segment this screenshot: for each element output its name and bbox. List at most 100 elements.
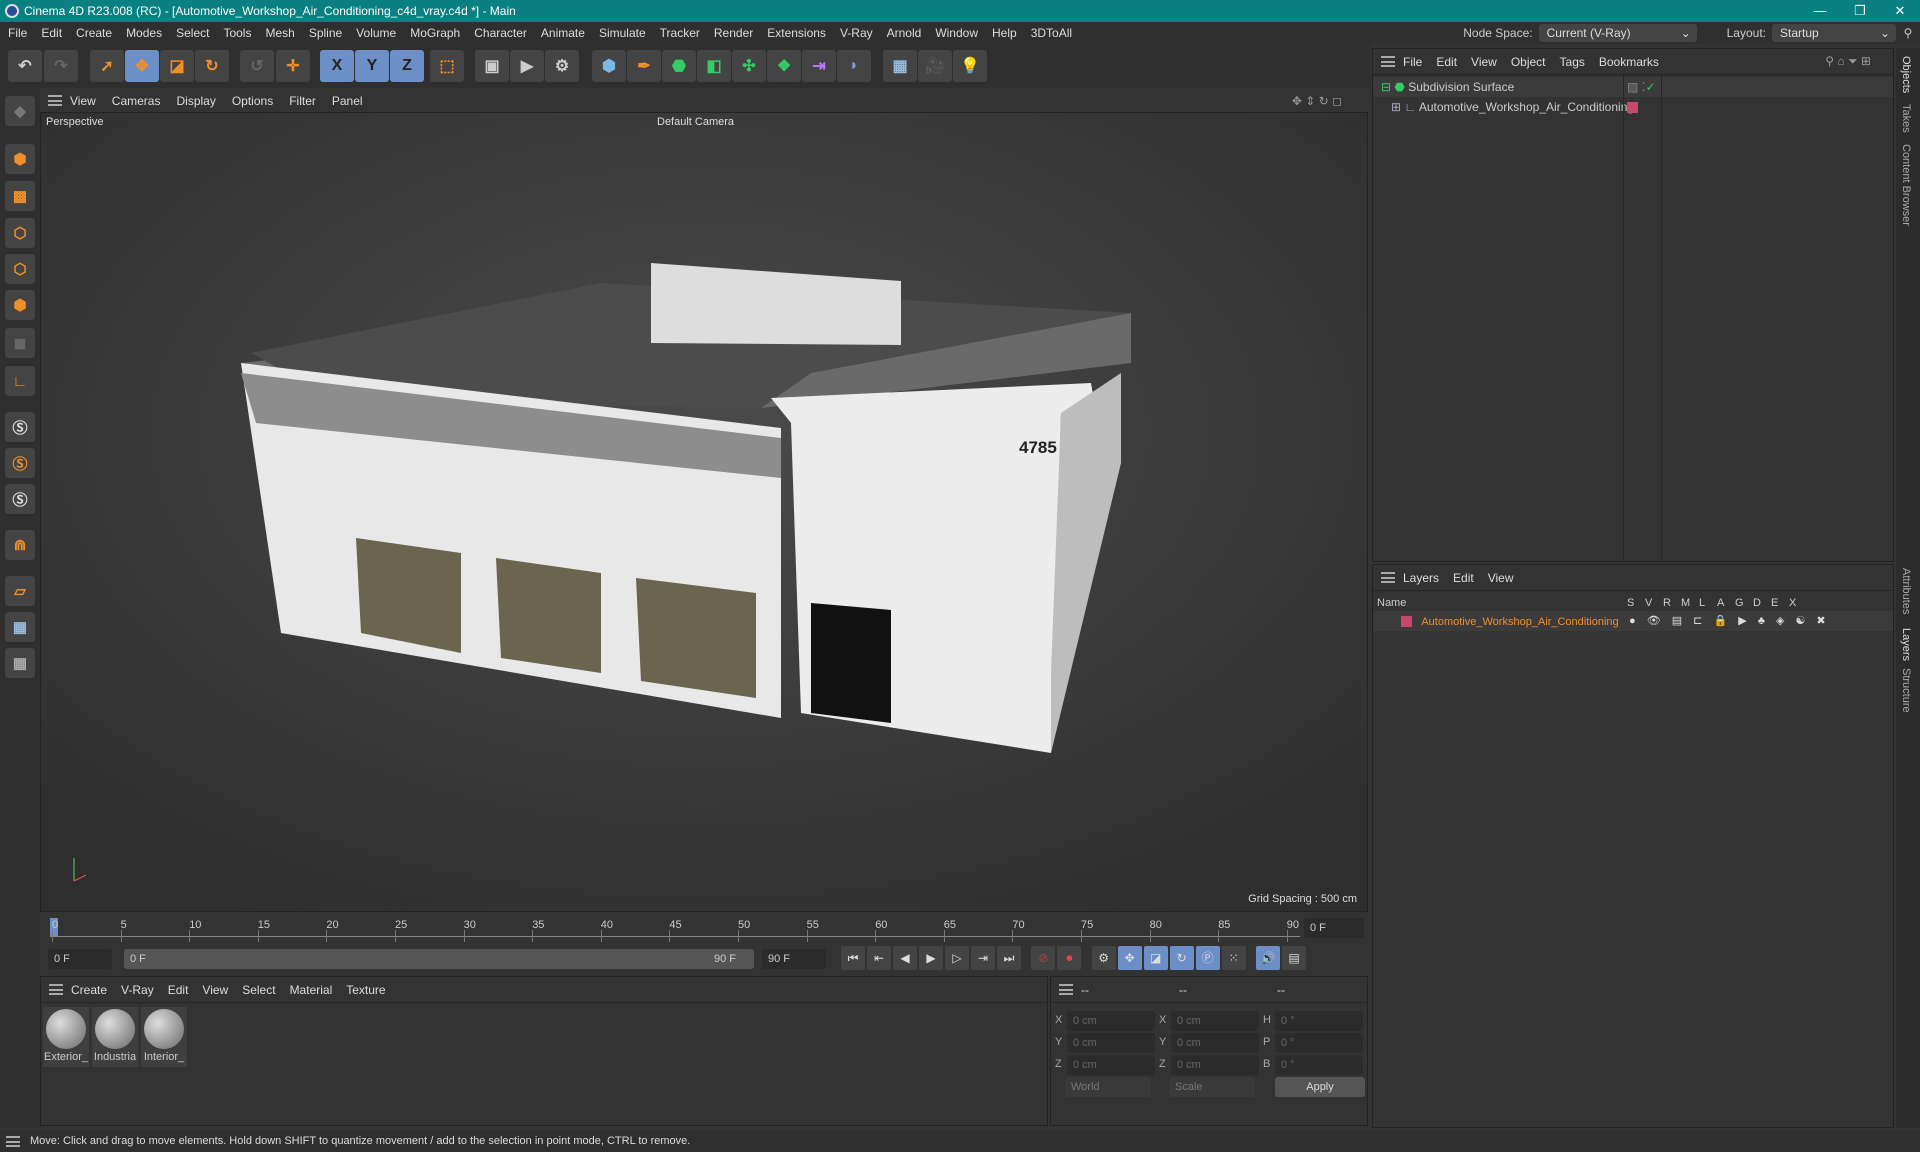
axis-icon[interactable]: ∟ xyxy=(5,366,35,396)
material-menu-select[interactable]: Select xyxy=(242,983,275,997)
menu-icon[interactable] xyxy=(48,95,62,106)
visibility-icon[interactable]: ▨ ⁚✓ xyxy=(1627,77,1656,97)
layer-menu-layers[interactable]: Layers xyxy=(1403,571,1439,585)
subdivision-icon[interactable]: ⬣ xyxy=(662,50,696,82)
menu-animate[interactable]: Animate xyxy=(541,26,585,40)
coordinate-system-button[interactable]: ⬚ xyxy=(430,50,464,82)
snap-icon[interactable]: Ⓢ xyxy=(5,412,35,442)
layer-name[interactable]: Automotive_Workshop_Air_Conditioning xyxy=(1421,616,1618,628)
layer-flag-icons[interactable]: ● 👁 ▤ ⊏ 🔒 ▶ ♣ ◈ ☯ ✖ xyxy=(1629,611,1830,631)
object-menu-object[interactable]: Object xyxy=(1511,55,1546,69)
menu-simulate[interactable]: Simulate xyxy=(599,26,646,40)
goto-start-icon[interactable]: ⏮ xyxy=(841,946,865,970)
object-row-automotive[interactable]: ⊞ ∟ Automotive_Workshop_Air_Conditioning xyxy=(1373,97,1893,117)
key-position-icon[interactable]: ✥ xyxy=(1117,946,1142,970)
menu-create[interactable]: Create xyxy=(76,26,112,40)
magnet-icon[interactable]: ⋒ xyxy=(5,530,35,560)
camera-icon[interactable]: 🎥 xyxy=(918,50,952,82)
keyframe-selection-icon[interactable]: ⚙ xyxy=(1091,946,1116,970)
layer-color-tag[interactable] xyxy=(1627,102,1638,113)
add-axis-button[interactable]: ✛ xyxy=(276,50,310,82)
layer-column-name[interactable]: Name xyxy=(1377,593,1406,613)
layer-column-m[interactable]: M xyxy=(1681,593,1690,613)
menu-tools[interactable]: Tools xyxy=(223,26,251,40)
scale-tool-button[interactable]: ◪ xyxy=(160,50,194,82)
transform-mode-dropdown[interactable]: Scale xyxy=(1169,1077,1255,1097)
object-menu-view[interactable]: View xyxy=(1471,55,1497,69)
material-menu-v-ray[interactable]: V-Ray xyxy=(121,983,154,997)
play-icon[interactable]: ▶ xyxy=(919,946,943,970)
key-rotation-icon[interactable]: ↻ xyxy=(1169,946,1194,970)
prev-frame-icon[interactable]: ◀ xyxy=(893,946,917,970)
key-pla-icon[interactable]: ⁙ xyxy=(1221,946,1246,970)
points-mode-icon[interactable]: ⬡ xyxy=(5,218,35,248)
layer-column-l[interactable]: L xyxy=(1699,593,1705,613)
move-tool-button[interactable]: ✥ xyxy=(125,50,159,82)
render-view-icon[interactable]: ▣ xyxy=(475,50,509,82)
grid-icon[interactable]: ▦ xyxy=(5,612,35,642)
camera-label[interactable]: Default Camera xyxy=(657,116,734,128)
timeline-icon[interactable]: ▤ xyxy=(1282,946,1307,970)
object-menu-tags[interactable]: Tags xyxy=(1560,55,1585,69)
sound-icon[interactable]: 🔊 xyxy=(1256,946,1281,970)
menu-render[interactable]: Render xyxy=(714,26,753,40)
layer-column-s[interactable]: S xyxy=(1627,593,1634,613)
snap-workplane-icon[interactable]: Ⓢ xyxy=(5,484,35,514)
menu-v-ray[interactable]: V-Ray xyxy=(840,26,873,40)
layout-dropdown[interactable]: Startup ⌄ xyxy=(1772,24,1896,42)
mograph-icon[interactable]: ❖ xyxy=(767,50,801,82)
coord-field-b[interactable]: 0 ° xyxy=(1275,1055,1363,1075)
rotate-tool-button[interactable]: ↻ xyxy=(195,50,229,82)
menu-extensions[interactable]: Extensions xyxy=(767,26,826,40)
coord-system-dropdown[interactable]: World xyxy=(1065,1077,1151,1097)
coord-field-z[interactable]: 0 cm xyxy=(1171,1055,1259,1075)
object-menu-edit[interactable]: Edit xyxy=(1436,55,1457,69)
menu-icon[interactable] xyxy=(49,984,63,995)
menu-icon[interactable] xyxy=(1381,572,1395,583)
viewport-menu-view[interactable]: View xyxy=(70,94,96,108)
material-menu-material[interactable]: Material xyxy=(290,983,333,997)
layer-column-d[interactable]: D xyxy=(1753,593,1761,613)
layer-menu-view[interactable]: View xyxy=(1488,571,1514,585)
menu-icon[interactable] xyxy=(1059,984,1073,995)
material-swatch[interactable]: Exterior_ xyxy=(43,1007,89,1067)
close-button[interactable]: ✕ xyxy=(1880,0,1920,22)
viewport-menu-filter[interactable]: Filter xyxy=(289,94,316,108)
cloner-icon[interactable]: ✣ xyxy=(732,50,766,82)
tab-objects[interactable]: Objects xyxy=(1900,56,1912,93)
undo-button[interactable]: ↶ xyxy=(8,50,42,82)
menu-help[interactable]: Help xyxy=(992,26,1017,40)
layer-column-e[interactable]: E xyxy=(1771,593,1778,613)
uv-mode-icon[interactable]: ◼ xyxy=(5,328,35,358)
material-swatch[interactable]: Industria xyxy=(92,1007,138,1067)
menu-tracker[interactable]: Tracker xyxy=(660,26,700,40)
object-manager-tools-icons[interactable]: ⚲ ⌂ ⏷ ⊞ xyxy=(1825,54,1871,69)
menu-arnold[interactable]: Arnold xyxy=(887,26,922,40)
psr-button[interactable]: ↺ xyxy=(240,50,274,82)
coord-field-y[interactable]: 0 cm xyxy=(1171,1033,1259,1053)
layer-column-a[interactable]: A xyxy=(1717,593,1724,613)
coord-field-h[interactable]: 0 ° xyxy=(1275,1011,1363,1031)
layer-column-v[interactable]: V xyxy=(1645,593,1652,613)
select-tool-button[interactable]: ➚ xyxy=(90,50,124,82)
redo-button[interactable]: ↷ xyxy=(44,50,78,82)
deformer-icon[interactable]: ⇥ xyxy=(802,50,836,82)
layer-column-r[interactable]: R xyxy=(1663,593,1671,613)
next-frame-icon[interactable]: ▷ xyxy=(945,946,969,970)
layer-column-x[interactable]: X xyxy=(1789,593,1796,613)
current-frame-field[interactable]: 0 F xyxy=(1304,918,1364,938)
menu-mesh[interactable]: Mesh xyxy=(265,26,294,40)
node-space-dropdown[interactable]: Current (V-Ray) ⌄ xyxy=(1538,24,1697,42)
workplane-icon[interactable]: ▱ xyxy=(5,576,35,606)
menu-select[interactable]: Select xyxy=(176,26,209,40)
floor-icon[interactable]: ▦ xyxy=(883,50,917,82)
material-menu-create[interactable]: Create xyxy=(71,983,107,997)
model-mode-icon[interactable]: ⬢ xyxy=(5,144,35,174)
layer-row[interactable]: Automotive_Workshop_Air_Conditioning ● 👁… xyxy=(1373,611,1893,631)
coord-field-p[interactable]: 0 ° xyxy=(1275,1033,1363,1053)
render-settings-icon[interactable]: ⚙ xyxy=(545,50,579,82)
tab-layers[interactable]: Layers xyxy=(1900,628,1912,661)
minimize-button[interactable]: — xyxy=(1800,0,1840,22)
viewport-navigation-icons[interactable]: ✥ ⇕ ↻ ◻ xyxy=(1292,94,1342,108)
material-menu-view[interactable]: View xyxy=(202,983,228,997)
